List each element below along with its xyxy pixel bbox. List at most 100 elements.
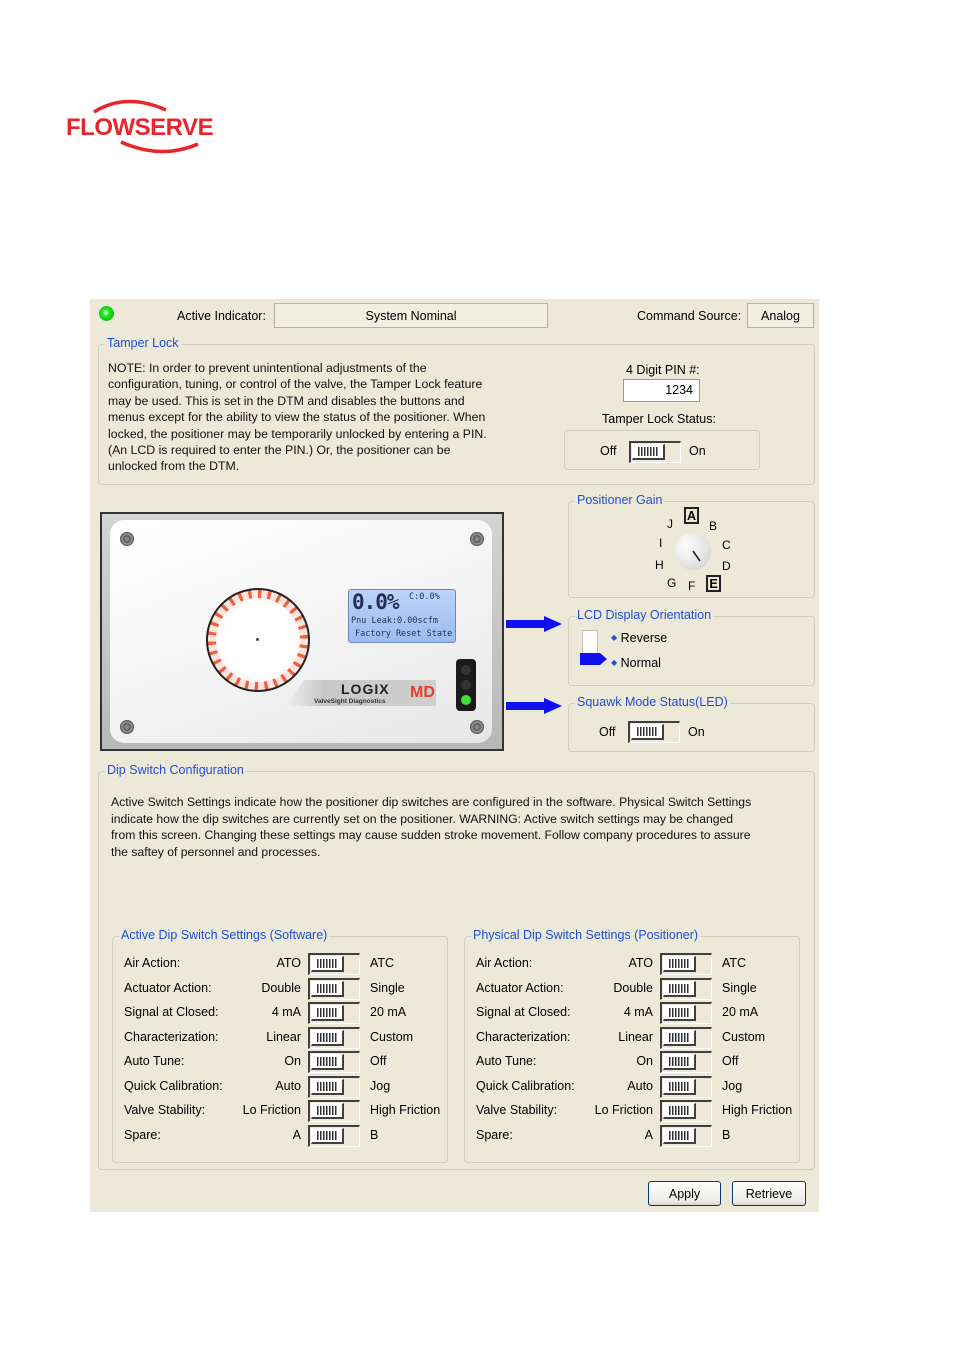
- orientation-option-reverse[interactable]: ◆ Reverse: [611, 631, 667, 645]
- toggle-knob[interactable]: [663, 980, 696, 997]
- dip-switch-toggle[interactable]: [308, 1124, 360, 1147]
- arrow-right-icon: [506, 698, 562, 714]
- gain-option-h[interactable]: H: [655, 558, 664, 572]
- active-dip-switch-group: Active Dip Switch Settings (Software) Ai…: [112, 928, 448, 1163]
- toggle-knob[interactable]: [311, 1078, 344, 1095]
- bullet-icon: ◆: [611, 633, 618, 642]
- dip-switch-right-option: Single: [722, 980, 757, 995]
- toggle-knob[interactable]: [663, 1103, 696, 1119]
- gain-option-b[interactable]: B: [709, 519, 717, 533]
- dip-switch-right-option: High Friction: [370, 1103, 441, 1117]
- dip-switch-toggle[interactable]: [308, 1026, 360, 1049]
- toggle-knob[interactable]: [311, 956, 344, 972]
- gain-option-i[interactable]: I: [659, 536, 662, 550]
- dip-switch-toggle[interactable]: [660, 953, 712, 975]
- gain-option-a[interactable]: A: [684, 507, 699, 524]
- pin-input[interactable]: 1234: [623, 379, 700, 402]
- dip-switch-toggle[interactable]: [660, 1075, 712, 1098]
- orientation-slider-pointer-icon[interactable]: [580, 653, 607, 665]
- note-line: unlocked from the DTM.: [108, 459, 240, 474]
- active-dip-switch-title: Active Dip Switch Settings (Software): [119, 928, 330, 942]
- toggle-knob[interactable]: [632, 444, 665, 460]
- dip-switch-toggle[interactable]: [660, 1124, 712, 1147]
- toggle-knob[interactable]: [311, 1127, 344, 1144]
- retrieve-button[interactable]: Retrieve: [732, 1181, 806, 1206]
- dip-switch-toggle[interactable]: [660, 1002, 712, 1024]
- toggle-knob[interactable]: [663, 956, 696, 972]
- dip-switch-left-option: Double: [261, 980, 301, 995]
- dip-switch-name: Actuator Action:: [124, 980, 212, 995]
- note-line: configuration, tuning, or control of the…: [108, 377, 483, 392]
- toggle-knob[interactable]: [663, 1054, 696, 1070]
- gain-selector-knob[interactable]: [674, 533, 711, 570]
- knob-pointer-icon: [692, 550, 701, 562]
- command-source-field: Analog: [747, 303, 814, 328]
- tamper-toggle-off-label: Off: [600, 444, 617, 458]
- dip-switch-left-option: A: [292, 1127, 301, 1142]
- orientation-slider-track[interactable]: [582, 630, 598, 654]
- toggle-knob[interactable]: [311, 980, 344, 997]
- active-indicator-label: Active Indicator:: [177, 309, 266, 323]
- toggle-knob[interactable]: [631, 724, 664, 740]
- dip-switch-toggle[interactable]: [308, 953, 360, 975]
- toggle-knob[interactable]: [663, 1127, 696, 1144]
- dip-switch-config-group: Dip Switch Configuration Active Switch S…: [98, 763, 815, 1170]
- positioner-gain-title: Positioner Gain: [575, 493, 665, 507]
- product-name: LOGIX: [341, 681, 390, 697]
- toggle-knob[interactable]: [663, 1078, 696, 1095]
- toggle-knob[interactable]: [311, 1029, 344, 1046]
- squawk-off-label: Off: [599, 725, 616, 739]
- dip-switch-toggle[interactable]: [660, 1051, 712, 1073]
- gain-option-e[interactable]: E: [706, 575, 721, 592]
- dip-switch-left-option: A: [644, 1127, 653, 1142]
- gain-option-j[interactable]: J: [667, 517, 673, 531]
- note-line: (An LCD is required to enter the PIN.) O…: [108, 443, 451, 458]
- toggle-knob[interactable]: [311, 1005, 344, 1021]
- screw-icon: [470, 720, 484, 734]
- toggle-knob[interactable]: [311, 1054, 344, 1070]
- tamper-lock-group: Tamper Lock NOTE: In order to prevent un…: [98, 336, 815, 485]
- tamper-lock-toggle[interactable]: [629, 441, 681, 463]
- tamper-toggle-on-label: On: [689, 444, 706, 458]
- gain-option-c[interactable]: C: [722, 538, 731, 552]
- dip-switch-toggle[interactable]: [308, 1051, 360, 1073]
- gain-option-g[interactable]: G: [667, 576, 676, 590]
- dip-switch-left-option: Auto: [275, 1078, 301, 1093]
- dip-switch-toggle[interactable]: [308, 1075, 360, 1098]
- product-subtitle: ValveSight Diagnostics: [314, 698, 386, 705]
- gain-option-d[interactable]: D: [722, 559, 731, 573]
- toggle-knob[interactable]: [663, 1005, 696, 1021]
- squawk-mode-toggle[interactable]: [628, 721, 680, 743]
- dip-switch-name: Quick Calibration:: [476, 1078, 575, 1093]
- lcd-position: 0.0%: [352, 590, 400, 614]
- physical-dip-switch-title: Physical Dip Switch Settings (Positioner…: [471, 928, 701, 942]
- device-lcd: 0.0% C:0.0% Pnu Leak:0.00scfm Factory Re…: [348, 589, 456, 643]
- screw-icon: [120, 532, 134, 546]
- toggle-knob[interactable]: [311, 1103, 344, 1119]
- gain-option-f[interactable]: F: [688, 579, 695, 593]
- apply-button[interactable]: Apply: [648, 1181, 721, 1206]
- dip-switch-toggle[interactable]: [660, 1026, 712, 1049]
- dip-switch-name: Signal at Closed:: [476, 1005, 571, 1019]
- dip-switch-right-option: 20 mA: [722, 1005, 759, 1019]
- toggle-knob[interactable]: [663, 1029, 696, 1046]
- dip-switch-name: Valve Stability:: [124, 1103, 206, 1117]
- dip-switch-name: Actuator Action:: [476, 980, 564, 995]
- dip-switch-toggle[interactable]: [308, 1100, 360, 1122]
- pin-label: 4 Digit PIN #:: [626, 363, 700, 377]
- dip-switch-right-option: ATC: [370, 956, 395, 970]
- dip-switch-left-option: On: [636, 1054, 653, 1068]
- dip-switch-name: Characterization:: [476, 1029, 571, 1044]
- dip-switch-left-option: Linear: [618, 1029, 653, 1044]
- squawk-mode-group: Squawk Mode Status(LED) Off On: [568, 695, 815, 752]
- dip-switch-toggle[interactable]: [308, 1002, 360, 1024]
- note-line: menus except for the ability to view the…: [108, 410, 486, 425]
- dip-switch-toggle[interactable]: [660, 977, 712, 1000]
- positioner-gain-group: Positioner Gain A B C D E F G H I J: [568, 493, 815, 598]
- dip-switch-left-option: Lo Friction: [594, 1103, 653, 1117]
- orientation-option-normal[interactable]: ◆ Normal: [611, 656, 661, 670]
- dip-switch-toggle[interactable]: [308, 977, 360, 1000]
- dip-switch-left-option: Linear: [266, 1029, 301, 1044]
- dip-switch-toggle[interactable]: [660, 1100, 712, 1122]
- positioner-device-image: 0.0% C:0.0% Pnu Leak:0.00scfm Factory Re…: [100, 512, 504, 751]
